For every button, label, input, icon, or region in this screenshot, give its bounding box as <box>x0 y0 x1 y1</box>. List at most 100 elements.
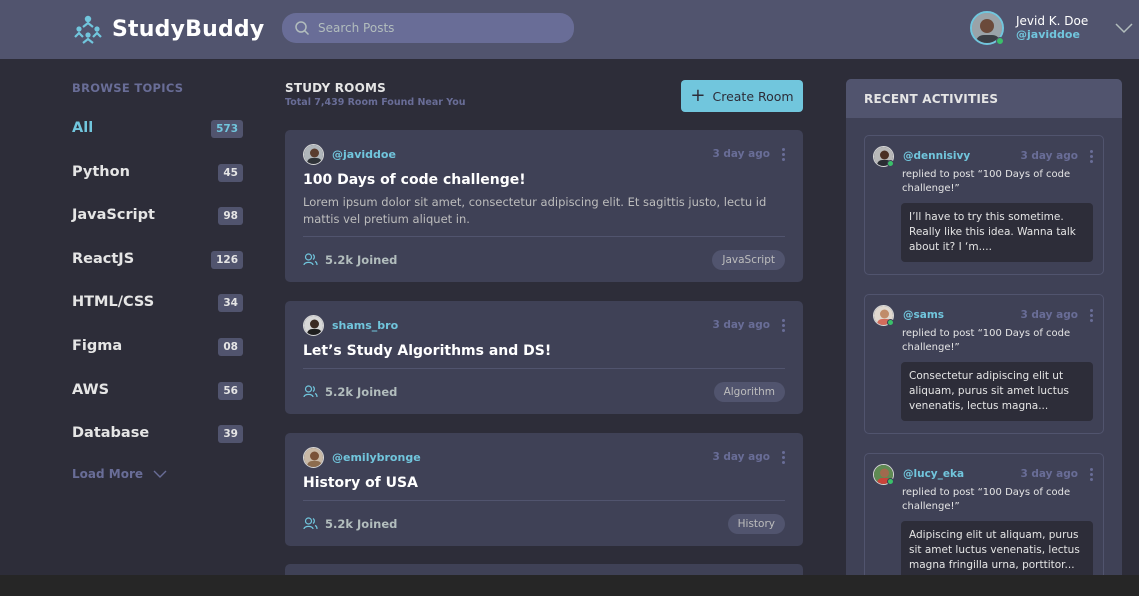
room-footer: 5.2k Joined Algorithm <box>303 368 785 414</box>
avatar-wrap <box>873 463 894 485</box>
activity-quote: I’ll have to try this sometime. Really l… <box>901 203 1093 262</box>
bottom-bar <box>0 575 1139 596</box>
more-options-icon[interactable] <box>782 147 785 161</box>
room-host[interactable]: shams_bro <box>303 314 398 336</box>
joined-count: 5.2k Joined <box>303 517 397 531</box>
room-card[interactable]: shams_bro 3 day ago Let’s Study Algorith… <box>285 301 803 414</box>
topic-label: Figma <box>72 337 123 354</box>
topic-item-aws[interactable]: AWS 56 <box>72 380 243 424</box>
user-menu[interactable]: Jevid K. Doe @javiddoe <box>970 11 1134 45</box>
search-input[interactable] <box>318 21 558 35</box>
topic-count-badge: 08 <box>218 337 243 356</box>
avatar <box>303 143 324 165</box>
more-options-icon[interactable] <box>782 318 785 332</box>
activity-user[interactable]: @sams <box>873 304 944 326</box>
app-page: StudyBuddy Jevid K. Do <box>0 0 1139 575</box>
activity-quote: Consectetur adipiscing elit ut aliquam, … <box>901 362 1093 421</box>
load-more-button[interactable]: Load More <box>72 467 167 481</box>
more-options-icon[interactable] <box>1090 308 1093 322</box>
user-info: Jevid K. Doe @javiddoe <box>1016 14 1088 42</box>
activity-username: @lucy_eka <box>903 468 965 480</box>
online-status-icon <box>887 159 894 167</box>
activity-reply-text: replied to post “100 Days of code challe… <box>902 328 1071 353</box>
rooms-title: STUDY ROOMS <box>285 81 386 95</box>
online-status-icon <box>887 318 894 326</box>
activity-item[interactable]: @lucy_eka 3 day ago replied to post “100… <box>864 453 1104 575</box>
timestamp: 3 day ago <box>712 319 770 331</box>
timestamp: 3 day ago <box>1020 309 1078 321</box>
activity-meta: 3 day ago <box>1020 149 1093 163</box>
user-photo-icon <box>304 315 323 335</box>
topic-item-python[interactable]: Python 45 <box>72 162 243 206</box>
topic-tag[interactable]: Algorithm <box>713 381 785 402</box>
online-status-icon <box>996 37 1004 45</box>
logo-icon <box>74 15 102 44</box>
activity-quote: Adipiscing elit ut aliquam, purus sit am… <box>901 521 1093 575</box>
room-card-partial[interactable] <box>285 564 803 575</box>
timestamp: 3 day ago <box>1020 468 1078 480</box>
activity-item[interactable]: @sams 3 day ago replied to post “100 Day… <box>864 294 1104 434</box>
room-card[interactable]: @emilybronge 3 day ago History of USA 5.… <box>285 433 803 546</box>
topic-label: Python <box>72 163 130 180</box>
room-title[interactable]: Let’s Study Algorithms and DS! <box>303 343 785 359</box>
activities-title: RECENT ACTIVITIES <box>846 79 1122 118</box>
topic-count-badge: 126 <box>211 250 243 269</box>
topic-item-reactjs[interactable]: ReactJS 126 <box>72 249 243 293</box>
room-footer: 5.2k Joined JavaScript <box>303 236 785 282</box>
recent-activities-panel: RECENT ACTIVITIES @dennisivy 3 day ago r… <box>846 79 1122 575</box>
online-status-icon <box>887 477 894 485</box>
avatar-wrap <box>873 145 894 167</box>
topic-list: All 573 Python 45 JavaScript 98 ReactJS … <box>72 118 243 467</box>
activity-user[interactable]: @dennisivy <box>873 145 971 167</box>
topic-count-badge: 39 <box>218 425 243 444</box>
room-card-header: @emilybronge 3 day ago <box>303 446 785 468</box>
topic-label: AWS <box>72 381 110 398</box>
more-options-icon[interactable] <box>1090 149 1093 163</box>
room-meta: 3 day ago <box>712 147 785 161</box>
activity-item[interactable]: @dennisivy 3 day ago replied to post “10… <box>864 135 1104 275</box>
topic-tag[interactable]: JavaScript <box>712 249 785 270</box>
avatar-wrap <box>873 304 894 326</box>
activity-username: @dennisivy <box>903 150 971 162</box>
room-card-header: shams_bro 3 day ago <box>303 314 785 336</box>
create-room-button[interactable]: + Create Room <box>681 80 803 112</box>
topic-count-badge: 56 <box>218 381 243 400</box>
joined-count: 5.2k Joined <box>303 253 397 267</box>
topic-item-figma[interactable]: Figma 08 <box>72 336 243 380</box>
users-icon <box>303 253 318 266</box>
room-host[interactable]: @emilybronge <box>303 446 421 468</box>
topic-item-javascript[interactable]: JavaScript 98 <box>72 205 243 249</box>
topic-item-html-css[interactable]: HTML/CSS 34 <box>72 292 243 336</box>
user-photo-icon <box>304 144 323 164</box>
topic-count-badge: 573 <box>211 120 243 138</box>
users-icon <box>303 385 318 398</box>
chevron-down-icon[interactable] <box>1114 22 1134 34</box>
search-bar[interactable] <box>282 13 574 43</box>
more-options-icon[interactable] <box>782 450 785 464</box>
topics-heading: BROWSE TOPICS <box>72 81 184 95</box>
room-host[interactable]: @javiddoe <box>303 143 396 165</box>
room-meta: 3 day ago <box>712 450 785 464</box>
activity-meta: 3 day ago <box>1020 467 1093 481</box>
activity-user[interactable]: @lucy_eka <box>873 463 965 485</box>
timestamp: 3 day ago <box>1020 150 1078 162</box>
chevron-down-icon <box>153 470 167 478</box>
joined-text: 5.2k Joined <box>325 516 398 531</box>
topic-label: All <box>72 120 94 136</box>
more-options-icon[interactable] <box>1090 467 1093 481</box>
room-title[interactable]: 100 Days of code challenge! <box>303 172 785 188</box>
timestamp: 3 day ago <box>712 148 770 160</box>
topic-tag[interactable]: History <box>727 513 785 534</box>
room-title[interactable]: History of USA <box>303 475 785 491</box>
topic-count-badge: 98 <box>218 207 243 226</box>
user-name: Jevid K. Doe <box>1016 14 1089 28</box>
topic-item-all[interactable]: All 573 <box>72 118 243 162</box>
avatar <box>303 314 324 336</box>
brand-logo[interactable]: StudyBuddy <box>72 13 264 45</box>
brand-name: StudyBuddy <box>112 16 265 42</box>
host-username: @javiddoe <box>332 147 396 161</box>
avatar <box>303 446 324 468</box>
activity-header: @sams 3 day ago <box>873 304 1093 326</box>
topic-item-database[interactable]: Database 39 <box>72 423 243 467</box>
room-card[interactable]: @javiddoe 3 day ago 100 Days of code cha… <box>285 130 803 282</box>
